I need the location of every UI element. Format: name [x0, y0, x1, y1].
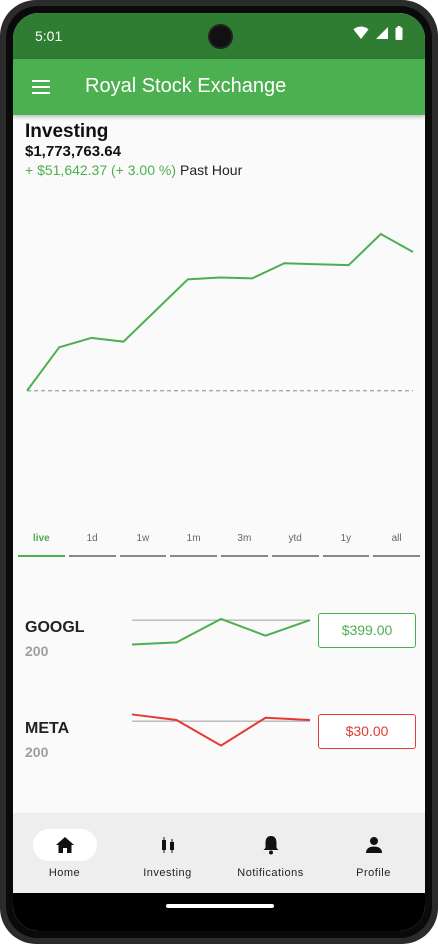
- nav-item-notifications[interactable]: Notifications: [219, 829, 322, 879]
- nav-label: Notifications: [237, 867, 304, 879]
- gesture-bar-area: [13, 893, 425, 931]
- stock-shares: 200: [25, 744, 49, 760]
- candlestick-icon: [136, 829, 200, 861]
- range-tab-all[interactable]: all: [371, 529, 422, 559]
- range-tab-1d[interactable]: 1d: [67, 529, 118, 559]
- range-tab-3m[interactable]: 3m: [219, 529, 270, 559]
- app-bar: Royal Stock Exchange: [13, 59, 425, 115]
- person-icon: [342, 829, 406, 861]
- cellular-signal-icon: [376, 27, 388, 39]
- portfolio-title: Investing: [25, 121, 109, 142]
- portfolio-period: Past Hour: [180, 162, 243, 178]
- device-frame: 5:01 Royal Stock Exchange Investing $1,7…: [0, 0, 438, 944]
- status-bar: 5:01: [13, 13, 425, 59]
- wifi-icon: [353, 26, 369, 39]
- sparkline-series: [131, 617, 311, 646]
- stock-row-googl[interactable]: GOOGL 200 $399.00: [13, 613, 425, 679]
- range-tab-ytd[interactable]: ytd: [270, 529, 321, 559]
- nav-label: Profile: [356, 867, 391, 879]
- stock-price-button[interactable]: $399.00: [318, 613, 416, 648]
- nav-item-investing[interactable]: Investing: [116, 829, 219, 879]
- stock-sparkline: [131, 617, 311, 646]
- home-icon: [32, 829, 97, 861]
- nav-label: Home: [48, 867, 81, 879]
- nav-item-profile[interactable]: Profile: [322, 829, 425, 879]
- stock-sparkline: [131, 713, 311, 747]
- home-indicator[interactable]: [166, 904, 274, 908]
- range-tab-1m[interactable]: 1m: [168, 529, 219, 559]
- app-title: Royal Stock Exchange: [85, 75, 287, 97]
- bell-icon: [239, 829, 303, 861]
- range-tab-bar: live 1d 1w 1m 3m ytd 1y all: [16, 529, 422, 559]
- stock-shares: 200: [25, 643, 49, 659]
- hamburger-menu-icon[interactable]: [31, 77, 51, 97]
- stock-symbol: META: [25, 720, 70, 737]
- status-time: 5:01: [35, 28, 63, 44]
- stock-price-button[interactable]: $30.00: [318, 714, 416, 749]
- portfolio-line-chart[interactable]: [13, 183, 425, 523]
- bottom-navigation: Home Investing Notifications Profile: [13, 813, 425, 893]
- sparkline-series: [131, 713, 311, 747]
- front-camera: [208, 24, 233, 49]
- battery-icon: [395, 26, 403, 40]
- range-tab-live[interactable]: live: [16, 529, 67, 559]
- portfolio-value: $1,773,763.64: [25, 143, 121, 160]
- app-screen: 5:01 Royal Stock Exchange Investing $1,7…: [13, 13, 425, 931]
- range-tab-1w[interactable]: 1w: [118, 529, 169, 559]
- nav-label: Investing: [143, 867, 192, 879]
- stock-row-meta[interactable]: META 200 $30.00: [13, 713, 425, 780]
- range-tab-1y[interactable]: 1y: [321, 529, 372, 559]
- nav-item-home[interactable]: Home: [13, 829, 116, 879]
- chart-series-line: [26, 232, 414, 392]
- stock-symbol: GOOGL: [25, 619, 85, 636]
- status-icons: [353, 26, 403, 40]
- portfolio-change: + $51,642.37 (+ 3.00 %): [25, 162, 176, 178]
